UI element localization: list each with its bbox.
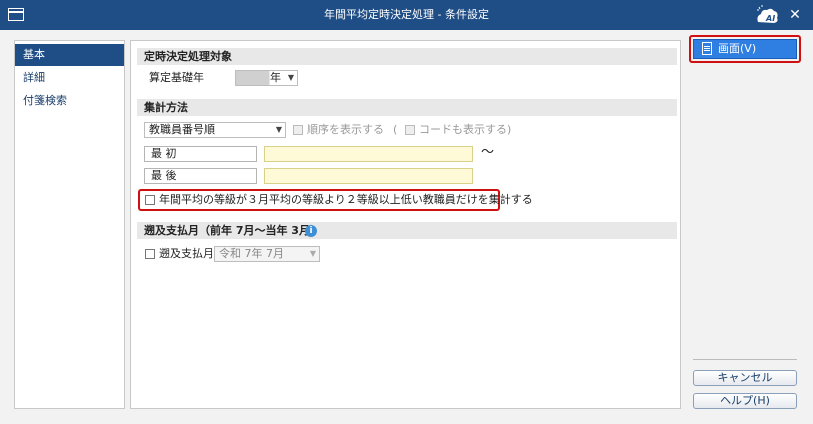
order-select-value: 教職員番号順 xyxy=(149,123,215,136)
document-icon xyxy=(702,42,712,55)
show-code-checkbox[interactable] xyxy=(405,125,415,135)
paren-close: ) xyxy=(507,123,512,136)
section-retro-heading: 遡及支払月（前年 7月～当年 3月） xyxy=(137,222,677,239)
base-year-select[interactable]: 年 ▼ xyxy=(235,70,298,86)
retro-label: 遡及支払月 xyxy=(159,247,214,260)
show-order-checkbox[interactable] xyxy=(293,125,303,135)
info-icon[interactable]: i xyxy=(305,225,317,237)
section-target-heading: 定時決定処理対象 xyxy=(137,48,677,65)
sidebar-item-basic[interactable]: 基本 xyxy=(15,44,124,66)
order-select[interactable]: 教職員番号順 ▼ xyxy=(144,122,286,138)
sidebar: 基本 詳細 付箋検索 xyxy=(14,40,125,409)
show-code-label: コードも表示する xyxy=(419,123,507,136)
help-button[interactable]: ヘルプ(H) xyxy=(693,393,797,409)
chevron-down-icon: ▼ xyxy=(309,249,316,258)
title-bar: 年間平均定時決定処理 - 条件設定 AI ✕ xyxy=(0,0,813,30)
paren-open: ( xyxy=(393,123,398,136)
grade-filter-label: 年間平均の等級が３月平均の等級より２等級以上低い教職員だけを集計する xyxy=(159,193,533,206)
screen-button[interactable]: 画面(V) xyxy=(693,39,797,59)
section-aggregation-heading: 集計方法 xyxy=(137,99,677,116)
base-year-value: 年 xyxy=(270,71,281,84)
svg-text:AI: AI xyxy=(765,14,775,23)
screen-button-label: 画面(V) xyxy=(718,42,757,55)
main-panel: 定時決定処理対象 算定基礎年 年 ▼ 集計方法 教職員番号順 ▼ 順序を表示する… xyxy=(130,40,681,409)
retro-month-select[interactable]: 令和 7年 7月 ▼ xyxy=(214,246,320,262)
button-divider xyxy=(693,359,797,360)
grade-filter-checkbox[interactable] xyxy=(145,195,155,205)
close-icon[interactable]: ✕ xyxy=(786,6,804,24)
range-tilde: ～ xyxy=(481,145,495,160)
sidebar-item-sticky-search[interactable]: 付箋検索 xyxy=(15,90,124,112)
first-label: 最 初 xyxy=(144,146,257,162)
base-year-label: 算定基礎年 xyxy=(149,71,204,84)
ai-assistant-icon[interactable]: AI xyxy=(754,4,780,26)
sidebar-item-detail[interactable]: 詳細 xyxy=(15,67,124,89)
last-input[interactable] xyxy=(264,168,473,184)
cancel-button[interactable]: キャンセル xyxy=(693,370,797,386)
last-label: 最 後 xyxy=(144,168,257,184)
first-input[interactable] xyxy=(264,146,473,162)
chevron-down-icon: ▼ xyxy=(287,73,294,82)
retro-month-value: 令和 7年 7月 xyxy=(219,247,284,260)
window-title: 年間平均定時決定処理 - 条件設定 xyxy=(324,8,489,21)
show-order-label: 順序を表示する xyxy=(307,123,384,136)
chevron-down-icon: ▼ xyxy=(275,125,282,134)
section-retro-heading-text: 遡及支払月（前年 7月～当年 3月） xyxy=(144,224,321,237)
retro-checkbox[interactable] xyxy=(145,249,155,259)
